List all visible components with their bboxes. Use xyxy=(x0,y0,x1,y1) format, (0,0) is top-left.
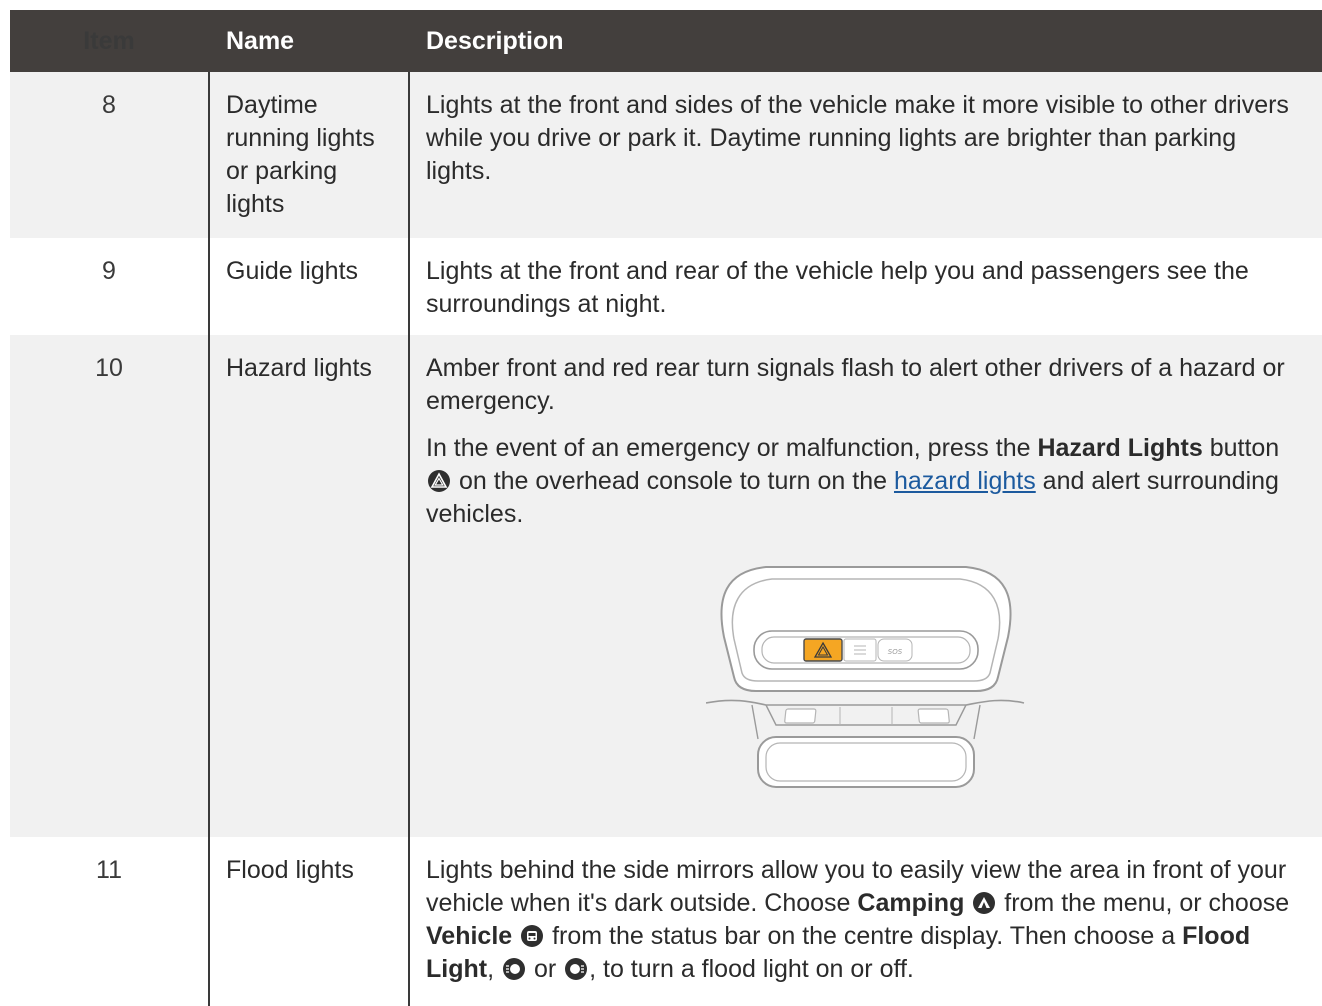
text-fragment: button xyxy=(1202,434,1280,462)
text-fragment: on the overhead console to turn on the xyxy=(452,467,894,495)
sos-label: SOS xyxy=(888,648,903,656)
text-fragment: or xyxy=(527,955,564,983)
row-name: Daytime running lights or parking lights xyxy=(208,72,408,238)
vehicle-bold: Vehicle xyxy=(426,922,513,950)
hazard-lights-link[interactable]: hazard lights xyxy=(894,467,1036,495)
vehicle-icon xyxy=(521,925,544,947)
header-description: Description xyxy=(426,26,564,55)
overhead-console-illustration: SOS xyxy=(426,557,1306,789)
hazard-instructions: In the event of an emergency or malfunct… xyxy=(426,432,1306,531)
text-fragment: from the menu, or choose xyxy=(997,889,1290,917)
text-fragment: , xyxy=(487,955,501,983)
table-row: 10 Hazard lights Amber front and red rea… xyxy=(10,335,1322,837)
row-name: Hazard lights xyxy=(208,335,408,837)
text-fragment: from the status bar on the centre displa… xyxy=(545,922,1183,950)
text-fragment: , to turn a flood light on or off. xyxy=(589,955,914,983)
hazard-triangle-icon xyxy=(428,470,450,492)
text-fragment: In the event of an emergency or malfunct… xyxy=(426,434,1038,462)
camping-bold: Camping xyxy=(857,889,965,917)
table-row: 9 Guide lights Lights at the front and r… xyxy=(10,238,1322,335)
flood-lights-text: Lights behind the side mirrors allow you… xyxy=(426,854,1306,986)
flood-light-left-icon xyxy=(503,958,525,980)
row-item-number: 8 xyxy=(102,91,116,119)
description-text: Lights at the front and sides of the veh… xyxy=(426,91,1289,185)
row-description: Lights at the front and sides of the veh… xyxy=(408,72,1322,238)
row-name: Flood lights xyxy=(208,837,408,1006)
flood-light-right-icon xyxy=(565,958,588,980)
hazard-lights-bold: Hazard Lights xyxy=(1037,434,1203,462)
overhead-console-drawing: SOS xyxy=(706,566,1025,788)
row-description: Amber front and red rear turn signals fl… xyxy=(408,335,1322,837)
table-row: 8 Daytime running lights or parking ligh… xyxy=(10,72,1322,238)
row-item-number: 10 xyxy=(95,354,123,382)
header-name: Name xyxy=(226,26,295,55)
row-description: Lights at the front and rear of the vehi… xyxy=(408,238,1322,335)
table-header: Item Name Description xyxy=(10,10,1322,72)
row-item-number: 11 xyxy=(96,856,122,884)
row-description: Lights behind the side mirrors allow you… xyxy=(408,837,1322,1006)
camping-tent-icon xyxy=(973,892,996,914)
header-item: Item xyxy=(83,26,135,55)
table-row: 11 Flood lights Lights behind the side m… xyxy=(10,837,1322,1006)
lights-table: Item Name Description 8 Daytime running … xyxy=(10,10,1322,1006)
description-text: Amber front and red rear turn signals fl… xyxy=(426,354,1285,415)
row-name: Guide lights xyxy=(208,238,408,335)
row-item-number: 9 xyxy=(102,257,116,285)
description-text: Lights at the front and rear of the vehi… xyxy=(426,257,1249,318)
